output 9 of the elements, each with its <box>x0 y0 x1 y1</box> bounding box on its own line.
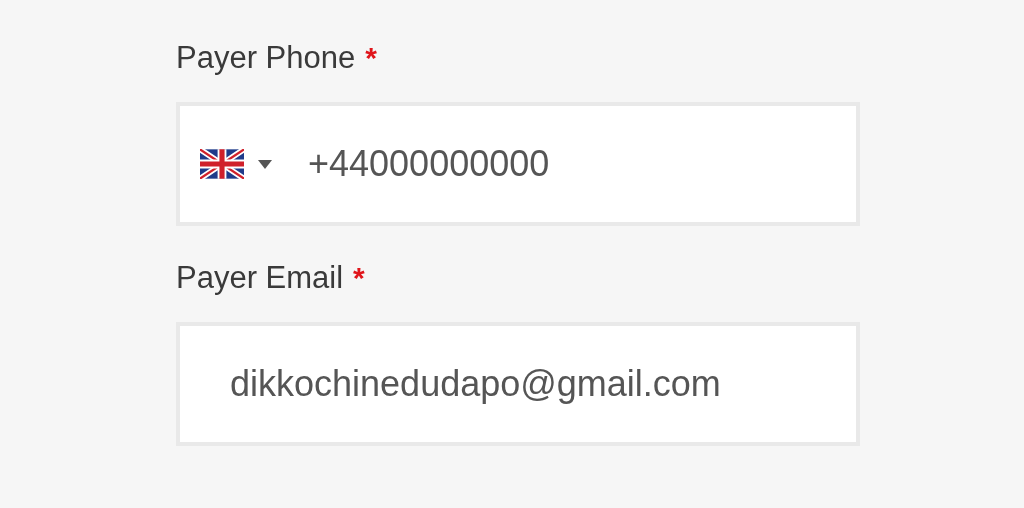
flag-icon <box>200 149 244 179</box>
phone-field[interactable]: +44000000000 <box>176 102 860 226</box>
email-field[interactable]: dikkochinedudapo@gmail.com <box>176 322 860 446</box>
required-mark: * <box>365 43 377 73</box>
caret-icon <box>258 159 272 169</box>
required-mark: * <box>353 263 365 293</box>
field-label: Payer Email <box>176 262 344 293</box>
country-selector[interactable] <box>200 149 272 179</box>
field-label: Payer Phone <box>176 42 356 73</box>
